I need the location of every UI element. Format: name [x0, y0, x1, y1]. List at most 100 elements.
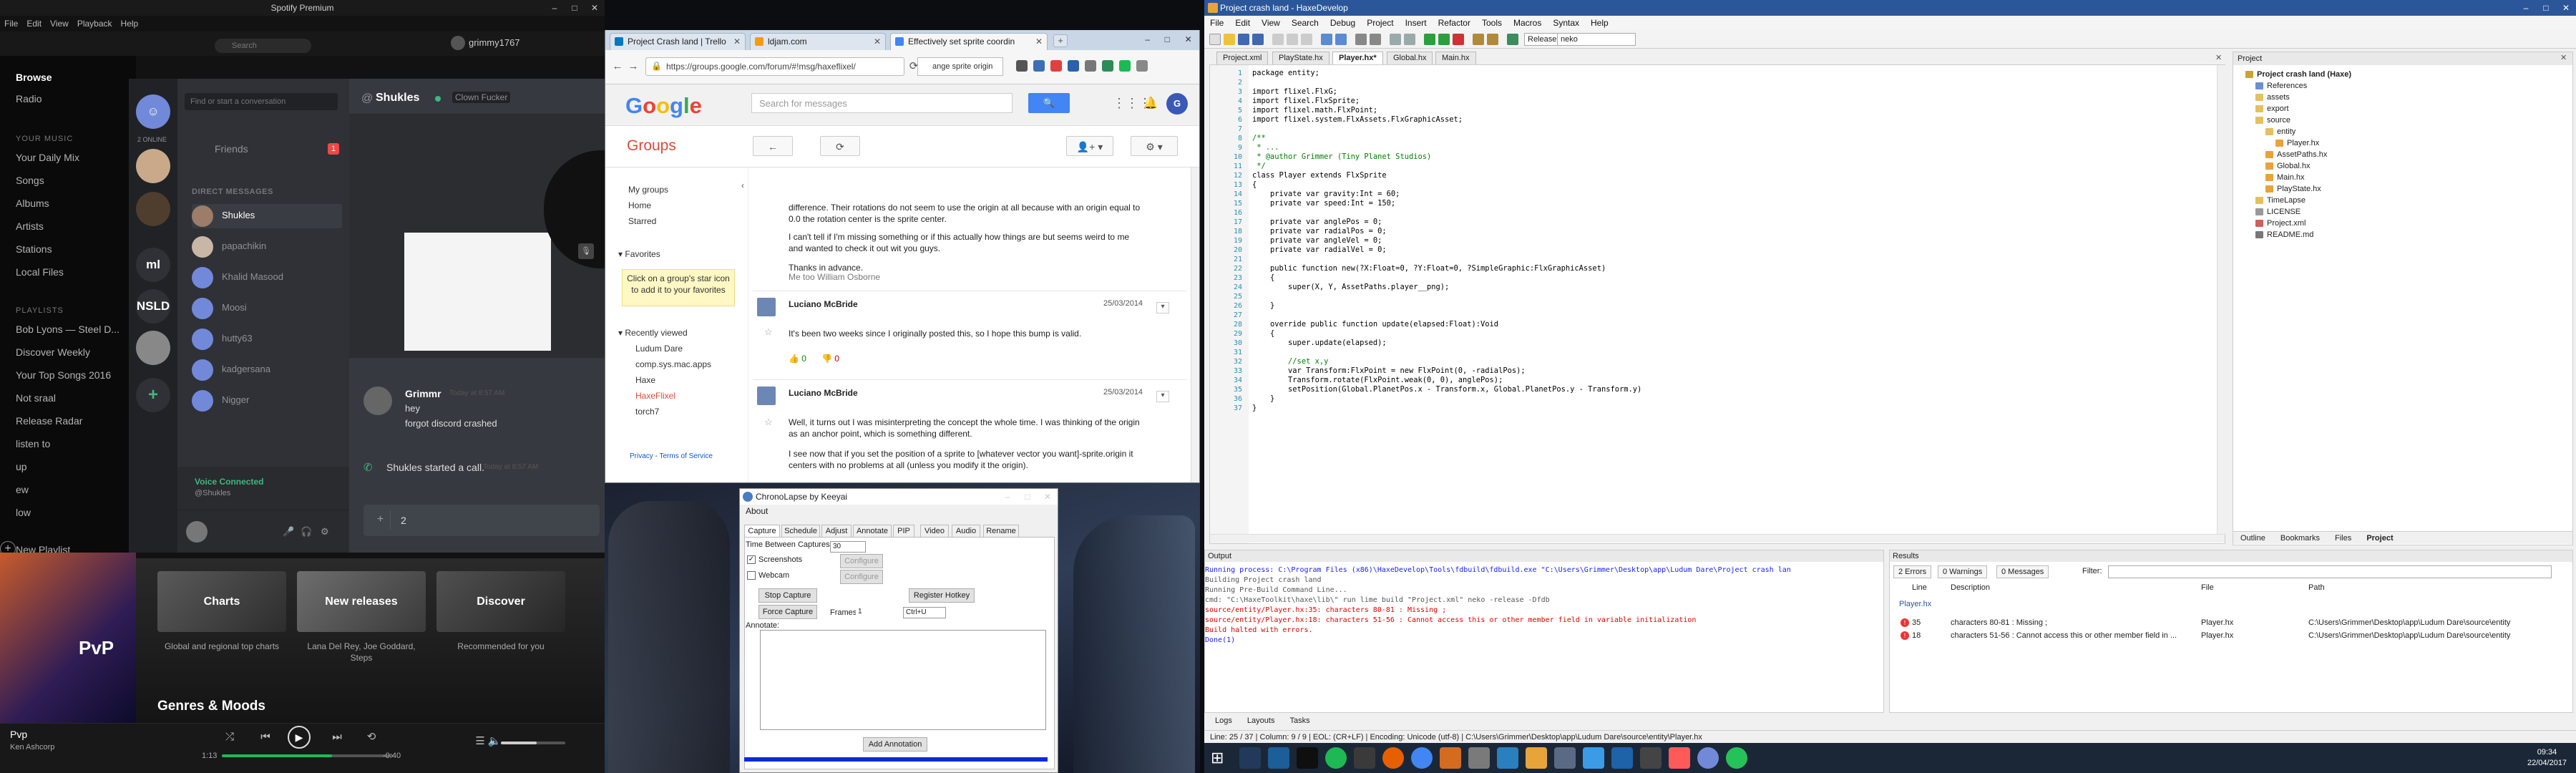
post-menu-button[interactable]: ▾ — [1156, 391, 1169, 402]
close-button[interactable]: ✕ — [1038, 489, 1058, 505]
add-member-button[interactable]: 👤+ ▾ — [1066, 136, 1113, 156]
errors-filter-button[interactable]: 2 Errors — [1893, 565, 1932, 578]
download-icon[interactable] — [1068, 60, 1079, 72]
close-button[interactable]: ✕ — [2556, 0, 2576, 16]
code-line[interactable]: import flixel.system.FlxAssets.FlxGraphi… — [1252, 115, 1463, 125]
column-header[interactable]: File — [2201, 583, 2214, 592]
save-all-icon[interactable] — [1252, 34, 1264, 45]
settings-gear-icon[interactable]: ⚙ — [321, 526, 329, 538]
firefox-icon[interactable] — [1382, 747, 1404, 769]
minimize-button[interactable]: – — [1145, 31, 1150, 47]
app-icon[interactable] — [1497, 747, 1518, 769]
code-line[interactable]: */ — [1252, 162, 1266, 171]
privacy-link[interactable]: Privacy - Terms of Service — [630, 452, 713, 460]
tree-node[interactable]: AssetPaths.hx — [2277, 150, 2327, 160]
code-editor[interactable] — [1209, 64, 2225, 544]
minimize-button[interactable]: – — [545, 0, 565, 16]
tab-layouts[interactable]: Layouts — [1247, 716, 1275, 725]
notifications-icon[interactable]: 🔔 — [1143, 96, 1158, 110]
find-icon[interactable] — [1355, 34, 1367, 45]
project-icon[interactable] — [1473, 34, 1484, 45]
hotkey-input[interactable]: Ctrl+U — [903, 607, 946, 618]
properties-icon[interactable] — [1487, 34, 1498, 45]
recent-group[interactable]: Ludum Dare — [635, 344, 683, 354]
code-line[interactable]: } — [1252, 404, 1257, 413]
code-line[interactable]: var Transform:FlxPoint = new FlxPoint(0,… — [1252, 366, 1526, 376]
configure-button[interactable]: Configure — [840, 554, 883, 568]
minimize-button[interactable]: – — [2516, 0, 2536, 16]
tab-tasks[interactable]: Tasks — [1290, 716, 1310, 725]
maximize-button[interactable]: □ — [1165, 31, 1170, 47]
replace-icon[interactable] — [1370, 34, 1381, 45]
upload-icon[interactable]: + — [371, 510, 391, 530]
close-button[interactable]: ✕ — [585, 0, 605, 16]
charts-tile[interactable]: Charts — [157, 571, 286, 632]
code-line[interactable]: super.update(elapsed); — [1252, 339, 1387, 348]
dm-item[interactable]: Shukles — [192, 204, 342, 228]
app-icon[interactable] — [1611, 747, 1633, 769]
output-line[interactable]: cmd: "C:\HaxeToolkit\haxe\lib\" run lime… — [1205, 595, 1550, 605]
tab-schedule[interactable]: Schedule — [781, 525, 820, 538]
open-folder-icon[interactable] — [1224, 34, 1235, 45]
message-author[interactable]: Grimmr — [405, 388, 441, 399]
mic-icon[interactable]: 🎙 — [578, 243, 594, 259]
editor-hscrollbar[interactable] — [1210, 534, 2225, 543]
dm-item[interactable]: kadgersana — [192, 358, 342, 382]
tree-node[interactable]: Project crash land (Haxe) — [2257, 69, 2351, 79]
tab-project[interactable]: Project — [2366, 534, 2393, 543]
code-line[interactable]: * @author Grimmer (Tiny Planet Studios) — [1252, 152, 1431, 162]
add-annotation-button[interactable]: Add Annotation — [863, 737, 927, 752]
output-line[interactable]: Done(1) — [1205, 636, 1235, 645]
screenshots-checkbox[interactable]: ✓ — [747, 555, 756, 564]
register-hotkey-button[interactable]: Register Hotkey — [909, 588, 975, 603]
code-line[interactable]: { — [1252, 180, 1257, 190]
maximize-button[interactable]: □ — [2536, 0, 2556, 16]
nav-radio[interactable]: Radio — [16, 93, 42, 104]
stop-icon[interactable] — [1453, 34, 1464, 45]
code-line[interactable]: super(X, Y, AssetPaths.player__png); — [1252, 283, 1449, 292]
volume-icon[interactable]: 🔈 — [487, 734, 502, 749]
discord-home-icon[interactable]: ☺ — [136, 94, 170, 129]
code-line[interactable]: import flixel.math.FlxPoint; — [1252, 106, 1377, 115]
playlist-item[interactable]: Discover Weekly — [16, 346, 90, 358]
mute-icon[interactable]: 🎤 — [283, 526, 294, 538]
code-line[interactable]: private var speed:Int = 150; — [1252, 199, 1395, 208]
playlist-item[interactable]: Not sraal — [16, 392, 56, 404]
guild-icon[interactable] — [136, 331, 170, 365]
output-line[interactable]: Build halted with errors. — [1205, 626, 1313, 635]
close-panel-icon[interactable]: ✕ — [2560, 53, 2567, 62]
playlist-item[interactable]: Bob Lyons — Steel D... — [16, 324, 119, 335]
settings-button[interactable]: ⚙ ▾ — [1131, 136, 1178, 156]
app-icon[interactable] — [1669, 747, 1690, 769]
playlist-item[interactable]: up — [16, 461, 27, 472]
avatar[interactable] — [186, 521, 208, 543]
menu-view[interactable]: View — [1262, 18, 1280, 28]
code-line[interactable]: //set x,y — [1252, 357, 1328, 366]
annotation-textarea[interactable] — [760, 630, 1046, 730]
menu-project[interactable]: Project — [1367, 18, 1393, 28]
spotify-ext-icon[interactable] — [1119, 60, 1131, 72]
code-line[interactable]: setPosition(Global.PlanetPos.x - Transfo… — [1252, 385, 1641, 394]
configure-button[interactable]: Configure — [840, 570, 883, 584]
new-tab-button[interactable]: + — [1053, 34, 1068, 47]
menu-insert[interactable]: Insert — [1405, 18, 1427, 28]
voice-channel[interactable]: @Shukles — [195, 489, 230, 497]
library-item[interactable]: Albums — [16, 198, 49, 209]
spotify-username[interactable]: grimmy1767 — [469, 37, 520, 48]
app-icon[interactable] — [1640, 747, 1662, 769]
tree-node[interactable]: TimeLapse — [2267, 195, 2306, 205]
paste-icon[interactable] — [1301, 34, 1312, 45]
tree-node[interactable]: assets — [2267, 92, 2290, 102]
nav-my-groups[interactable]: My groups — [628, 185, 668, 195]
tree-node[interactable]: README.md — [2267, 230, 2313, 240]
tree-node[interactable]: entity — [2277, 127, 2296, 137]
new-releases-tile[interactable]: New releases — [297, 571, 426, 632]
steam-icon[interactable] — [1268, 747, 1289, 769]
message-input[interactable] — [364, 505, 600, 536]
album-art[interactable] — [0, 553, 136, 723]
results-filter-input[interactable] — [2108, 565, 2552, 578]
app-icon[interactable] — [1468, 747, 1490, 769]
shield-icon[interactable] — [1102, 60, 1113, 72]
shuffle-icon[interactable]: ⤮ — [222, 730, 238, 744]
find-in-page-input[interactable]: ange sprite origin — [917, 57, 1003, 76]
